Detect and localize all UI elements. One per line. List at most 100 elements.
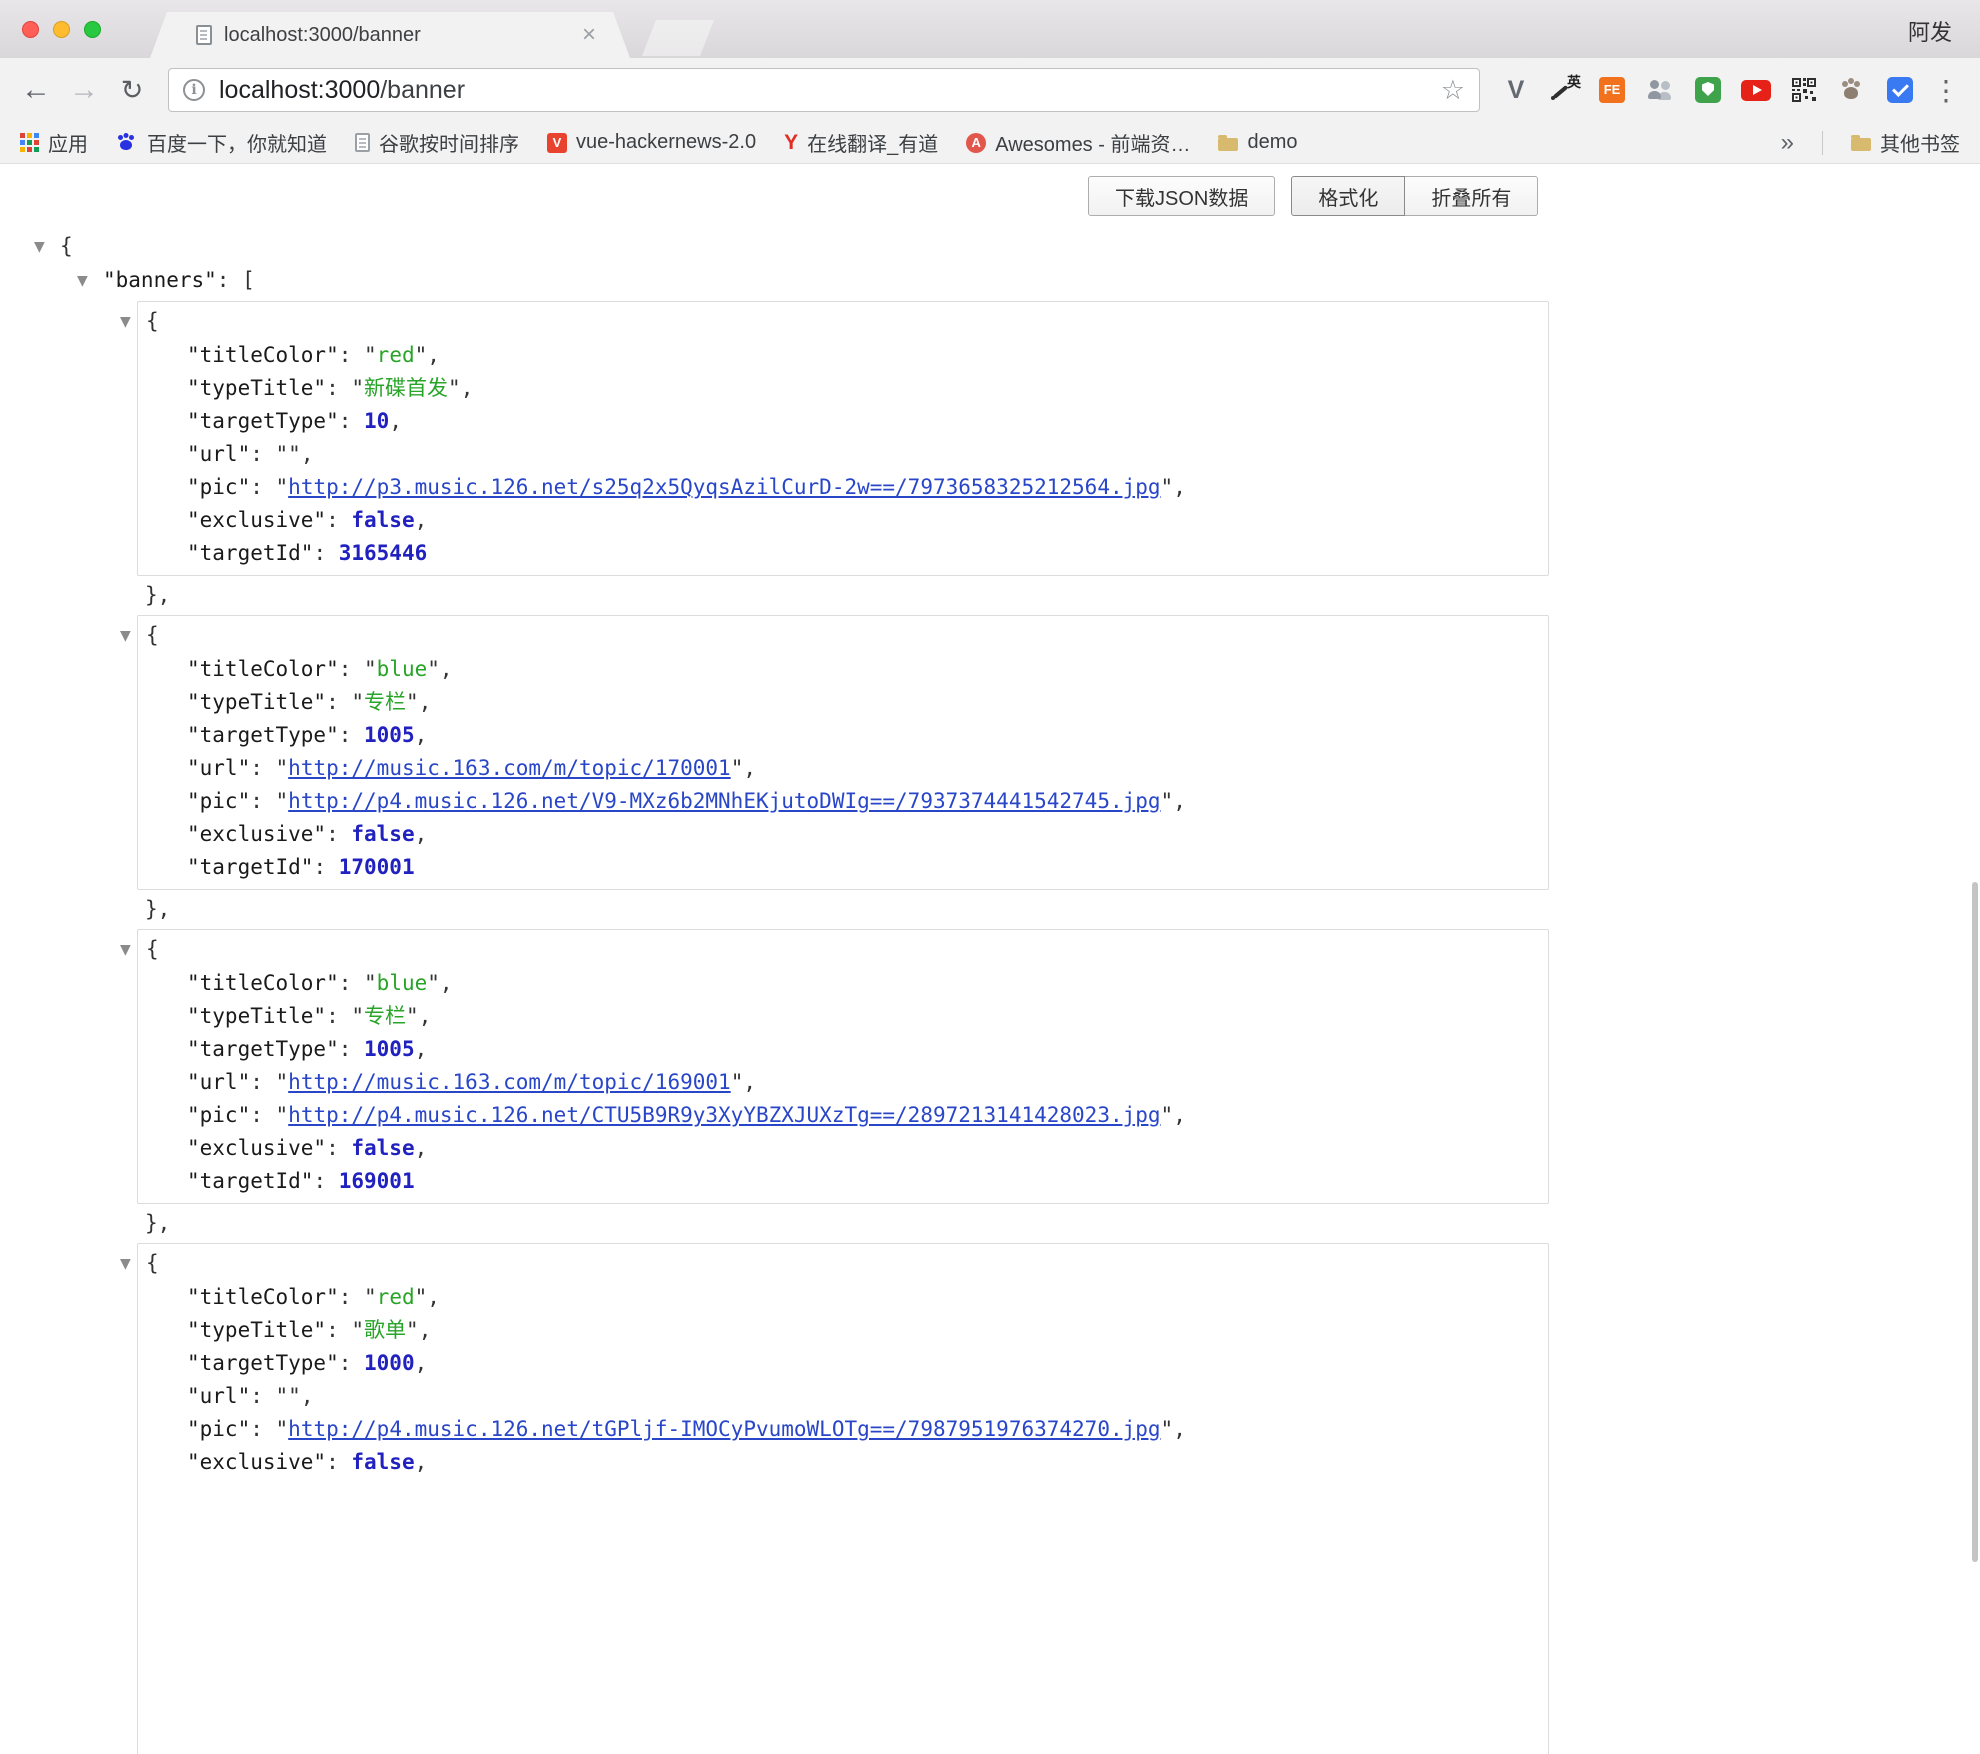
format-collapse-group: 格式化 折叠所有	[1291, 176, 1538, 216]
json-line: "targetType": 1000,	[138, 1347, 1548, 1380]
minimize-window-button[interactable]	[53, 21, 70, 38]
other-bookmarks-folder[interactable]: 其他书签	[1851, 128, 1960, 157]
back-button[interactable]: ←	[14, 73, 58, 107]
bookmark-folder-demo[interactable]: demo	[1218, 131, 1297, 154]
json-line: "titleColor": "blue",	[138, 653, 1548, 686]
other-bookmarks-label: 其他书签	[1880, 128, 1960, 157]
json-line: "typeTitle": "专栏",	[138, 686, 1548, 719]
json-line: ▼{	[138, 305, 1548, 339]
collapse-toggle-icon[interactable]: ▼	[77, 265, 103, 298]
translate-badge: 英	[1567, 72, 1581, 92]
translate-extension-icon[interactable]: 英	[1542, 68, 1586, 112]
format-button[interactable]: 格式化	[1291, 176, 1405, 216]
close-window-button[interactable]	[22, 21, 39, 38]
security-check-extension-icon[interactable]	[1878, 68, 1922, 112]
collapse-toggle-icon[interactable]: ▼	[120, 1248, 146, 1281]
collapse-toggle-icon[interactable]: ▼	[34, 231, 60, 264]
json-line: },	[0, 1207, 1980, 1240]
address-bar[interactable]: localhost:3000/banner ☆	[168, 68, 1480, 112]
bookmarks-overflow-chevron[interactable]: »	[1781, 129, 1794, 157]
json-line: "targetId": 169001	[138, 1165, 1548, 1198]
document-icon	[355, 133, 370, 152]
json-line: "pic": "http://p4.music.126.net/CTU5B9R9…	[138, 1099, 1548, 1132]
json-link-value[interactable]: http://p4.music.126.net/V9-MXz6b2MNhEKju…	[288, 789, 1160, 813]
fehelper-extension-icon[interactable]: FE	[1590, 68, 1634, 112]
bookmarks-separator	[1822, 131, 1823, 155]
bookmark-baidu[interactable]: 百度一下，你就知道	[116, 128, 327, 157]
qrcode-extension-icon[interactable]	[1782, 68, 1826, 112]
collapse-toggle-icon[interactable]: ▼	[120, 934, 146, 967]
json-line: "typeTitle": "歌单",	[138, 1314, 1548, 1347]
collapse-toggle-icon[interactable]: ▼	[120, 306, 146, 339]
vimium-extension-icon[interactable]: V	[1494, 68, 1538, 112]
bookmark-vue-hackernews[interactable]: Vvue-hackernews-2.0	[547, 131, 756, 154]
menu-button[interactable]: ⋮	[1926, 74, 1966, 107]
info-icon[interactable]	[183, 79, 205, 101]
url-path: /banner	[380, 76, 465, 104]
bookmark-label: 谷歌按时间排序	[379, 128, 519, 157]
collapse-all-button[interactable]: 折叠所有	[1405, 176, 1538, 216]
bookmark-label: Awesomes - 前端资…	[995, 128, 1190, 157]
bookmark-label: 在线翻译_有道	[807, 128, 938, 157]
browser-tab[interactable]: localhost:3000/banner ×	[150, 12, 630, 58]
bookmark-label: 百度一下，你就知道	[147, 128, 327, 157]
bookmark-awesomes[interactable]: A Awesomes - 前端资…	[966, 128, 1190, 157]
json-line: "targetType": 1005,	[138, 719, 1548, 752]
download-json-button[interactable]: 下载JSON数据	[1088, 176, 1275, 216]
bookmark-google-sort[interactable]: 谷歌按时间排序	[355, 128, 519, 157]
vue-badge-icon: V	[547, 133, 567, 153]
json-line: "pic": "http://p3.music.126.net/s25q2x5Q…	[138, 471, 1548, 504]
json-tree: ▼{▼"banners": [▼{"titleColor": "red","ty…	[0, 164, 1980, 1754]
green-shield-extension-icon[interactable]	[1686, 68, 1730, 112]
traffic-lights	[22, 21, 101, 38]
json-line: "url": "http://music.163.com/m/topic/169…	[138, 1066, 1548, 1099]
baidu-paw-icon	[116, 132, 138, 154]
json-line: ▼{	[138, 619, 1548, 653]
folder-icon	[1218, 138, 1238, 151]
bookmark-youdao-translate[interactable]: Y在线翻译_有道	[784, 128, 938, 157]
bookmark-label: demo	[1247, 131, 1297, 154]
pen-icon: 英	[1550, 76, 1578, 104]
json-line: ▼{	[0, 230, 1980, 264]
page-content: 下载JSON数据 格式化 折叠所有 ▼{▼"banners": [▼{"titl…	[0, 164, 1980, 1754]
json-link-value[interactable]: http://music.163.com/m/topic/169001	[288, 1070, 731, 1094]
json-link-value[interactable]: http://p4.music.126.net/tGPljf-IMOCyPvum…	[288, 1417, 1160, 1441]
paw-extension-icon[interactable]	[1830, 68, 1874, 112]
people-icon	[1647, 77, 1673, 103]
json-link-value[interactable]: http://p3.music.126.net/s25q2x5QyqsAzilC…	[288, 475, 1160, 499]
page-favicon-icon	[196, 25, 212, 45]
json-line: ▼{	[138, 933, 1548, 967]
json-link-value[interactable]: http://p4.music.126.net/CTU5B9R9y3XyYBZX…	[288, 1103, 1160, 1127]
profile-name[interactable]: 阿发	[1908, 15, 1952, 47]
json-line: "exclusive": false,	[138, 818, 1548, 851]
json-line: "typeTitle": "专栏",	[138, 1000, 1548, 1033]
scrollbar-thumb[interactable]	[1972, 882, 1978, 1562]
reload-button[interactable]: ↻	[110, 75, 154, 106]
bookmark-star-icon[interactable]: ☆	[1441, 75, 1465, 106]
json-object-box: ▼{"titleColor": "red","typeTitle": "歌单",…	[137, 1243, 1549, 1754]
titlebar: localhost:3000/banner × 阿发	[0, 0, 1980, 58]
json-line: "targetId": 3165446	[138, 537, 1548, 570]
collapse-toggle-icon[interactable]: ▼	[120, 620, 146, 653]
apps-grid-icon	[20, 133, 39, 152]
json-object-box: ▼{"titleColor": "red","typeTitle": "新碟首发…	[137, 301, 1549, 576]
json-line: "typeTitle": "新碟首发",	[138, 372, 1548, 405]
json-actions: 下载JSON数据 格式化 折叠所有	[1088, 176, 1538, 216]
json-line: "targetType": 10,	[138, 405, 1548, 438]
youtube-extension-icon[interactable]	[1734, 68, 1778, 112]
new-tab-button[interactable]	[642, 20, 714, 56]
tab-close-icon[interactable]: ×	[582, 23, 596, 47]
bookmark-apps[interactable]: 应用	[20, 128, 88, 157]
awesomes-badge-icon: A	[966, 133, 986, 153]
json-line: "exclusive": false,	[138, 1132, 1548, 1165]
url-text: localhost:3000/banner	[219, 76, 465, 105]
json-line: "exclusive": false,	[138, 504, 1548, 537]
forward-button[interactable]: →	[62, 73, 106, 107]
json-link-value[interactable]: http://music.163.com/m/topic/170001	[288, 756, 731, 780]
json-line: },	[0, 893, 1980, 926]
zoom-window-button[interactable]	[84, 21, 101, 38]
browser-window: localhost:3000/banner × 阿发 ← → ↻ localho…	[0, 0, 1980, 1754]
bookmark-label: 应用	[48, 128, 88, 157]
json-line: },	[0, 579, 1980, 612]
users-extension-icon[interactable]	[1638, 68, 1682, 112]
